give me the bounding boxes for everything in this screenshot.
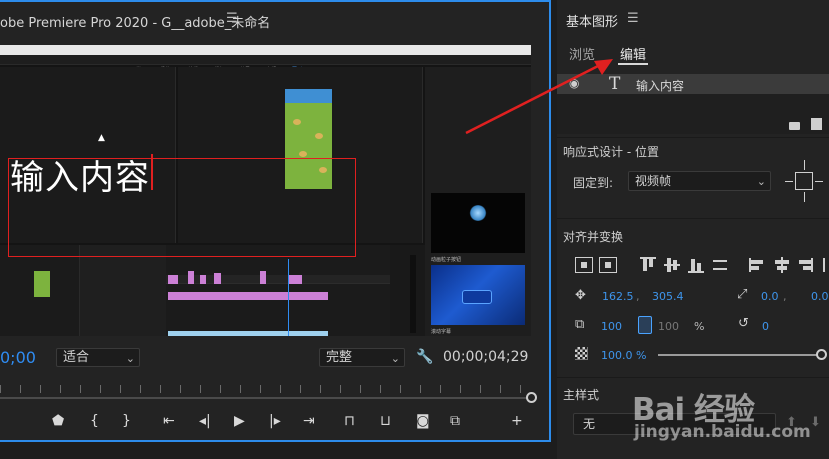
mark-out-icon[interactable]: }	[122, 413, 131, 429]
align-center-icon[interactable]	[773, 257, 791, 273]
align-middle-icon[interactable]	[663, 257, 681, 273]
add-marker-icon[interactable]: ⬟	[52, 413, 64, 429]
align-bottom-icon[interactable]	[687, 257, 705, 273]
program-header: obe Premiere Pro 2020 - G__adobe_未命名 ☰	[0, 2, 549, 36]
pin-to-dropdown[interactable]: 视频帧 ⌄	[628, 171, 771, 191]
transport-controls: ⬟ { } ⇤ ◂| ▶ |▸ ⇥ ⊓ ⊔ ◙ ⧉ +	[0, 410, 549, 436]
anchor-point-icon: ⤢	[737, 287, 748, 302]
overlay-text[interactable]: 输入内容	[10, 150, 150, 199]
text-caret	[151, 154, 153, 190]
layer-label: 输入内容	[636, 79, 685, 93]
opacity-checker-icon	[575, 347, 588, 360]
go-to-in-icon[interactable]: ⇤	[163, 413, 175, 429]
step-back-icon[interactable]: ◂|	[199, 413, 211, 429]
position-x-value[interactable]: 162.5	[602, 290, 634, 303]
inner-audio-meter	[390, 245, 425, 336]
chevron-down-icon: ⌄	[756, 175, 766, 188]
panel-menu-icon[interactable]: ☰	[226, 11, 238, 26]
inner-menubar	[0, 45, 531, 55]
tab-edit[interactable]: 编辑	[620, 44, 646, 63]
responsive-design-heading: 响应式设计 - 位置	[563, 145, 659, 159]
baidu-watermark: Bai 经验 jingyan.baidu.com	[632, 368, 829, 459]
anchor-x-value[interactable]: 0.0	[761, 290, 779, 303]
new-layer-icon[interactable]	[811, 118, 822, 130]
link-scale-icon[interactable]	[638, 316, 652, 334]
inner-track-headers	[80, 245, 166, 336]
distribute-horizontal-icon[interactable]	[821, 257, 829, 273]
playback-resolution-dropdown[interactable]: 完整 ⌄	[319, 348, 405, 367]
pin-to-label: 固定到:	[573, 176, 614, 190]
distribute-vertical-icon[interactable]	[711, 257, 729, 273]
new-group-folder-icon[interactable]	[789, 122, 800, 130]
lift-icon[interactable]: ⊓	[344, 413, 355, 429]
settings-wrench-icon[interactable]: 🔧	[416, 349, 433, 365]
zoom-handle[interactable]	[526, 392, 537, 403]
template-thumbnail	[431, 193, 525, 253]
scale-value[interactable]: 100	[601, 320, 622, 333]
align-right-icon[interactable]	[797, 257, 815, 273]
step-forward-icon[interactable]: |▸	[269, 413, 281, 429]
rotation-value[interactable]: 0	[762, 320, 769, 333]
panel-title: 基本图形	[566, 15, 619, 30]
annotation-arrow	[465, 59, 613, 135]
mouse-cursor-icon: ▲	[98, 133, 105, 143]
rotation-icon: ↺	[738, 316, 749, 331]
compare-view-icon[interactable]: ⧉	[450, 413, 460, 429]
thumb-caption: 滚动字幕	[431, 329, 452, 335]
watermark-url: jingyan.baidu.com	[634, 422, 811, 442]
duration-timecode: 00;00;04;29	[443, 349, 529, 365]
thumb-caption: 动画粒子按钮	[431, 257, 462, 263]
pin-anchor-widget[interactable]	[783, 157, 829, 205]
add-button-icon[interactable]: +	[511, 413, 523, 429]
chevron-down-icon: ⌄	[390, 352, 400, 365]
master-style-heading: 主样式	[563, 388, 600, 402]
zoom-scrollbar[interactable]	[0, 397, 527, 399]
opacity-slider[interactable]	[658, 354, 822, 356]
active-tab-indicator	[618, 63, 648, 65]
playhead-timecode[interactable]: 0;00	[0, 348, 36, 367]
align-horizontal-center-icon[interactable]	[599, 257, 617, 273]
panel-menu-icon[interactable]: ☰	[627, 11, 639, 26]
scale-icon: ⧉	[575, 317, 585, 332]
align-vertical-center-icon[interactable]	[575, 257, 593, 273]
mark-in-icon[interactable]: {	[90, 413, 99, 429]
zoom-fit-dropdown[interactable]: 适合 ⌄	[56, 348, 140, 367]
export-frame-icon[interactable]: ◙	[416, 413, 430, 429]
inner-project-panel	[0, 245, 80, 336]
align-transform-heading: 对齐并变换	[563, 230, 624, 244]
anchor-y-value[interactable]: 0.0	[811, 290, 829, 303]
opacity-slider-knob[interactable]	[816, 349, 827, 360]
inner-timeline	[166, 245, 390, 336]
position-move-icon: ✥	[575, 288, 586, 303]
go-to-out-icon[interactable]: ⇥	[303, 413, 315, 429]
scale-linked-value: 100	[658, 320, 679, 333]
chevron-down-icon: ⌄	[125, 352, 135, 365]
time-ruler[interactable]	[0, 383, 549, 405]
opacity-value[interactable]: 100.0 %	[601, 349, 646, 362]
scale-unit: %	[694, 320, 705, 333]
align-top-icon[interactable]	[639, 257, 657, 273]
align-left-icon[interactable]	[749, 257, 767, 273]
play-icon[interactable]: ▶	[234, 413, 245, 429]
position-y-value[interactable]: 305.4	[652, 290, 684, 303]
program-bottom-bar: 0;00 适合 ⌄ 完整 ⌄ 🔧 00;00;04;29	[0, 347, 549, 369]
extract-icon[interactable]: ⊔	[380, 413, 391, 429]
